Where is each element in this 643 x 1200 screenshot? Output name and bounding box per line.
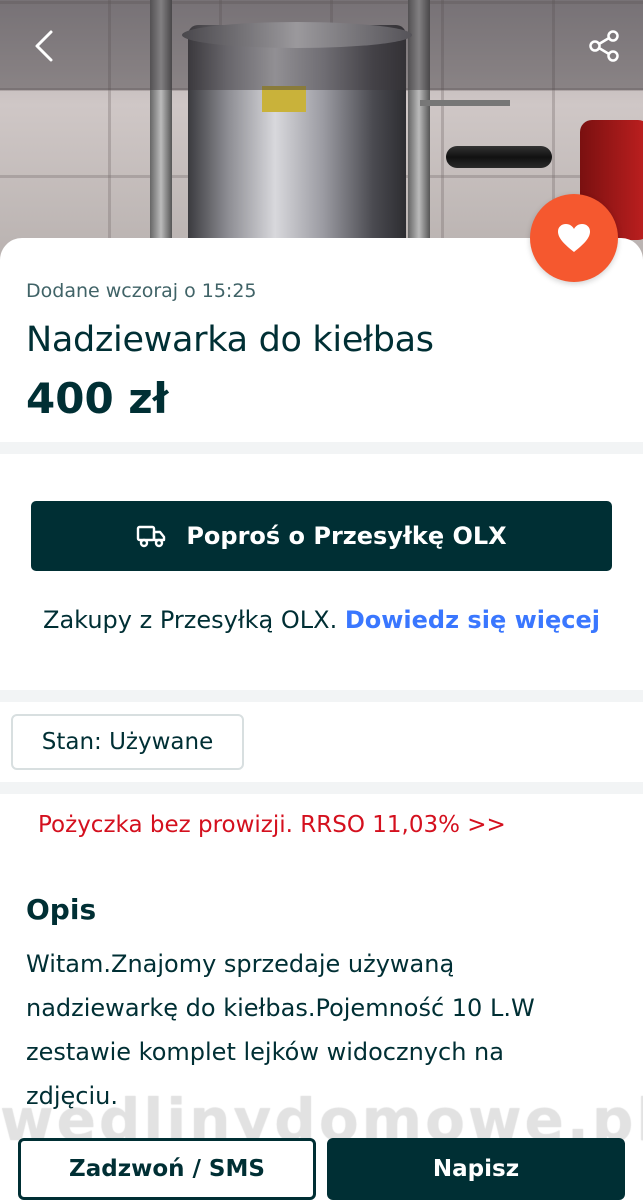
description-line: Witam.Znajomy sprzedaje używaną — [26, 950, 455, 978]
description-line: nadziewarkę do kiełbas.Pojemność 10 L.W — [26, 994, 535, 1022]
back-button[interactable] — [22, 24, 66, 68]
loan-offer-link[interactable]: Pożyczka bez prowizji. RRSO 11,03% >> — [38, 812, 506, 838]
description-line: zestawie komplet lejków widocznych na — [26, 1038, 504, 1066]
listing-date: Dodane wczoraj o 15:25 — [26, 280, 257, 302]
condition-chip: Stan: Używane — [11, 714, 244, 770]
request-shipping-button[interactable]: Poproś o Przesyłkę OLX — [31, 501, 612, 571]
shipping-info: Zakupy z Przesyłką OLX. Dowiedz się więc… — [0, 606, 643, 634]
listing-price: 400 zł — [26, 374, 169, 423]
share-icon — [589, 30, 619, 62]
favorite-button[interactable] — [530, 194, 618, 282]
description-heading: Opis — [26, 893, 97, 926]
heart-icon — [558, 224, 590, 252]
learn-more-link[interactable]: Dowiedz się więcej — [345, 606, 600, 634]
photo-detail — [420, 100, 510, 106]
chevron-left-icon — [35, 30, 53, 62]
call-sms-button[interactable]: Zadzwoń / SMS — [18, 1138, 316, 1200]
listing-title: Nadziewarka do kiełbas — [26, 320, 434, 360]
request-shipping-label: Poproś o Przesyłkę OLX — [186, 522, 507, 550]
section-divider — [0, 690, 643, 702]
shipping-info-text: Zakupy z Przesyłką OLX. — [43, 606, 338, 634]
truck-icon — [137, 525, 166, 548]
section-divider — [0, 442, 643, 454]
bottom-action-bar: Zadzwoń / SMS Napisz — [0, 1132, 643, 1200]
section-divider — [0, 782, 643, 794]
photo-detail — [446, 146, 552, 168]
share-button[interactable] — [582, 24, 626, 68]
header-overlay — [0, 0, 643, 90]
message-button[interactable]: Napisz — [327, 1138, 625, 1200]
